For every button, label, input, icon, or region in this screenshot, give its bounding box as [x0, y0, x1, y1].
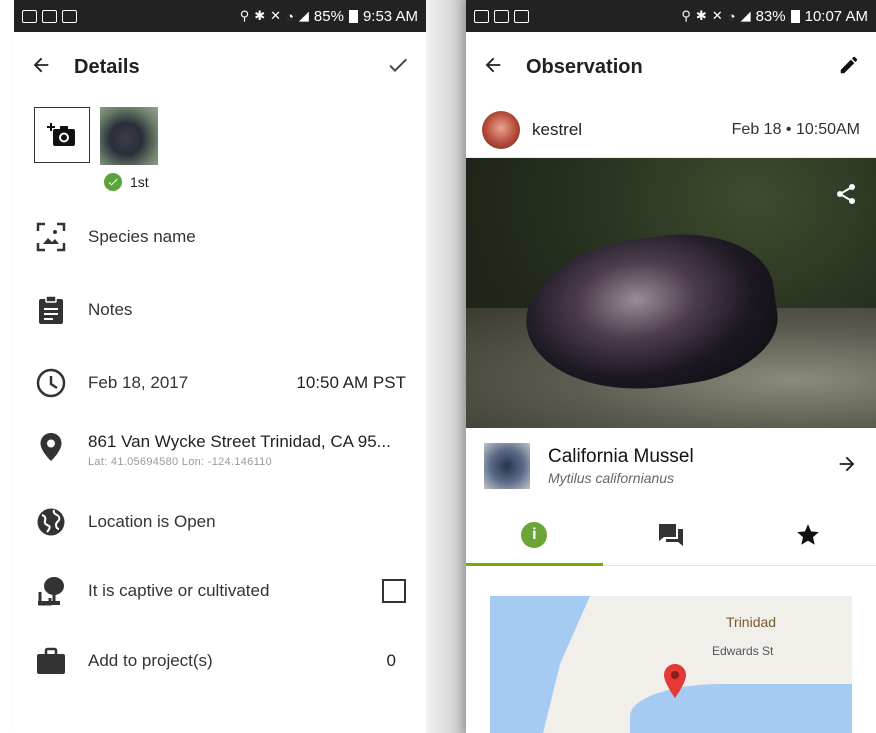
add-project-label[interactable]: Add to project(s) [88, 651, 213, 671]
mute-icon: ✕ [270, 8, 282, 23]
tab-favorites[interactable] [739, 504, 876, 565]
clipboard-icon [36, 295, 66, 325]
location-row[interactable]: 861 Van Wycke Street Trinidad, CA 95... … [36, 432, 406, 468]
signal-icon: ◢ [740, 8, 751, 23]
voicemail-icon [514, 9, 529, 23]
date-row[interactable]: Feb 18, 2017 10:50 AM PST [36, 368, 406, 398]
add-photo-button[interactable] [34, 107, 90, 163]
mute-icon: ✕ [711, 8, 723, 23]
notes-field[interactable]: Notes [88, 300, 132, 320]
map-marker-icon[interactable] [664, 664, 686, 703]
comments-icon [659, 523, 683, 546]
battery-percent: 85% [313, 7, 344, 25]
geoprivacy-row[interactable]: Location is Open [36, 507, 406, 537]
gmail-icon [22, 9, 37, 23]
gmail-icon [474, 9, 489, 23]
potted-plant-icon [36, 576, 66, 606]
battery-percent: 83% [755, 7, 786, 25]
back-arrow-icon[interactable] [482, 54, 504, 81]
wifi-icon: ◔ [286, 8, 294, 24]
gallery-icon [494, 9, 509, 23]
page-title: Details [74, 55, 140, 78]
status-bar: ⚲ ✱ ✕ ◔ ◢ 85% 9:53 AM [14, 0, 426, 32]
battery-icon [790, 9, 800, 23]
species-image-icon [36, 222, 66, 252]
map-street-label: Edwards St [712, 644, 774, 658]
captive-label: It is captive or cultivated [88, 581, 270, 600]
status-time: 10:07 AM [804, 7, 868, 25]
taxon-thumbnail [484, 443, 530, 489]
species-row[interactable]: Species name [36, 222, 406, 252]
status-bar: ⚲ ✱ ✕ ◔ ◢ 83% 10:07 AM [466, 0, 876, 32]
first-photo-label: 1st [104, 173, 149, 191]
page-title: Observation [526, 55, 643, 78]
map-water-area [490, 596, 590, 733]
bluetooth-icon: ✱ [695, 8, 707, 23]
geoprivacy-label[interactable]: Location is Open [88, 512, 216, 532]
observer-username[interactable]: kestrel [532, 120, 582, 140]
taxon-row[interactable]: California Mussel Mytilus californianus [466, 428, 876, 504]
arrow-right-icon[interactable] [836, 453, 858, 480]
back-arrow-icon[interactable] [30, 54, 52, 81]
voicemail-icon [62, 9, 77, 23]
observation-time[interactable]: 10:50 AM PST [296, 373, 406, 393]
tab-info[interactable]: i [466, 504, 603, 565]
location-map[interactable]: Trinidad Edwards St [490, 596, 852, 733]
save-check-icon[interactable] [386, 53, 410, 82]
wifi-icon: ◔ [727, 8, 736, 24]
taxon-scientific-name: Mytilus californianus [548, 470, 675, 486]
observation-datetime: Feb 18 • 10:50AM [731, 120, 860, 138]
project-count: 0 [386, 651, 396, 670]
bluetooth-icon: ✱ [254, 8, 266, 23]
notes-row[interactable]: Notes [36, 295, 406, 325]
observation-date[interactable]: Feb 18, 2017 [88, 373, 188, 393]
observation-tabs: i [466, 504, 876, 566]
location-icon: ⚲ [681, 8, 691, 23]
map-place-label: Trinidad [726, 614, 777, 630]
taxon-common-name: California Mussel [548, 446, 694, 467]
app-bar: Observation [466, 32, 876, 102]
photo-strip [34, 107, 158, 165]
active-tab-indicator [466, 563, 603, 566]
user-avatar[interactable] [482, 110, 520, 149]
briefcase-icon [36, 646, 66, 676]
photo-order-label: 1st [130, 174, 149, 190]
globe-icon [36, 507, 66, 537]
observation-screen: ⚲ ✱ ✕ ◔ ◢ 83% 10:07 AM Observation kestr… [466, 0, 876, 733]
info-icon: i [521, 521, 548, 548]
species-name-field[interactable]: Species name [88, 227, 196, 247]
captive-checkbox[interactable] [382, 579, 406, 603]
status-time: 9:53 AM [362, 7, 418, 25]
clock-icon [36, 368, 66, 398]
map-pin-icon [36, 432, 66, 462]
observation-photo[interactable] [466, 158, 876, 428]
observation-photo-thumb[interactable] [100, 107, 158, 165]
location-address[interactable]: 861 Van Wycke Street Trinidad, CA 95... [88, 432, 391, 452]
share-icon[interactable] [834, 182, 858, 211]
edit-pencil-icon[interactable] [838, 54, 860, 81]
star-icon [796, 523, 819, 545]
location-icon: ⚲ [239, 8, 250, 23]
gallery-icon [42, 9, 57, 23]
tab-comments[interactable] [603, 504, 740, 565]
details-screen: ⚲ ✱ ✕ ◔ ◢ 85% 9:53 AM Details 1st Specie… [14, 0, 426, 733]
check-circle-icon [104, 173, 122, 191]
photo-gap [426, 0, 466, 733]
location-coordinates: Lat: 41.05694580 Lon: -124.146110 [88, 456, 273, 468]
signal-icon: ◢ [298, 8, 309, 23]
observer-row: kestrel Feb 18 • 10:50AM [466, 102, 876, 158]
battery-icon [348, 9, 358, 23]
camera-plus-icon [47, 123, 75, 146]
captive-row[interactable]: It is captive or cultivated [36, 576, 406, 606]
app-bar: Details [14, 32, 426, 102]
projects-row[interactable]: Add to project(s) 0 [36, 646, 406, 676]
